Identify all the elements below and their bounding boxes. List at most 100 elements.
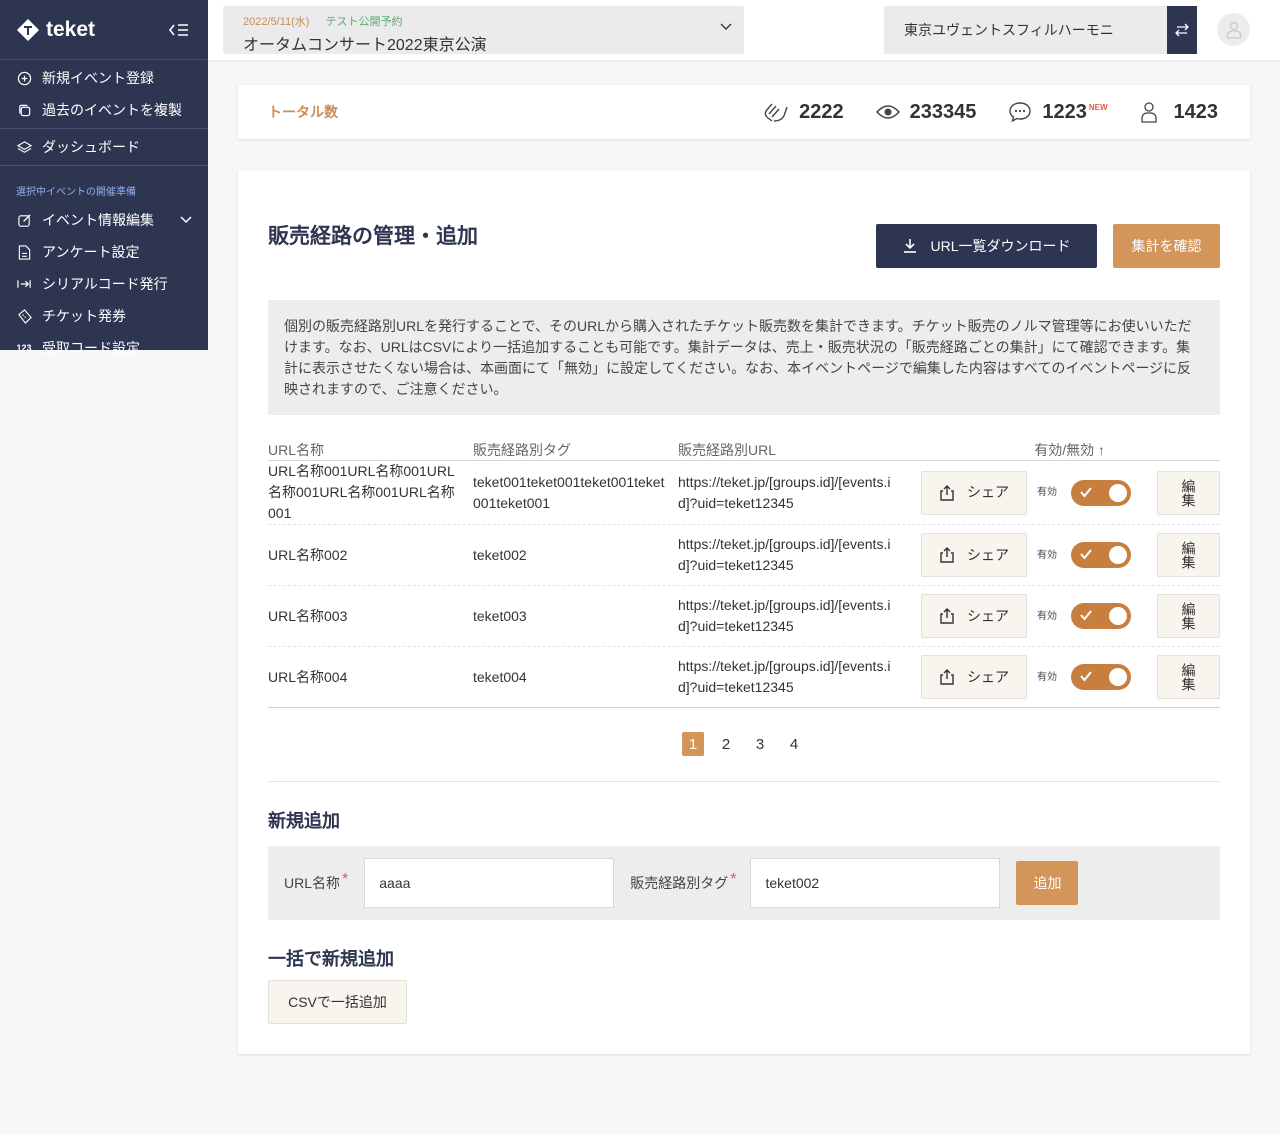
stat-views: 233345 bbox=[875, 101, 976, 124]
tag-input[interactable] bbox=[750, 858, 1001, 908]
sidebar: teket 新規イベント登録 過去のイベントを複製 ダッシュボード 選択中イベン… bbox=[0, 0, 208, 356]
switch-organization-button[interactable] bbox=[1167, 6, 1197, 54]
url-name-input[interactable] bbox=[364, 858, 615, 908]
totals-card: トータル数 2222 233345 1223 NEW 1423 bbox=[238, 85, 1250, 139]
row-tag: teket004 bbox=[473, 668, 527, 685]
required-mark: * bbox=[730, 871, 737, 888]
sidebar-item-dashboard[interactable]: ダッシュボード bbox=[0, 131, 208, 163]
header-url-name[interactable]: URL名称 bbox=[268, 440, 473, 460]
sidebar-item-label: チケット発券 bbox=[42, 308, 126, 324]
row-state-cell: 有効 bbox=[1037, 542, 1157, 568]
csv-bulk-add-button[interactable]: CSVで一括追加 bbox=[268, 980, 407, 1024]
stat-comments: 1223 NEW bbox=[1008, 101, 1108, 124]
chevron-down-icon bbox=[180, 216, 192, 224]
sidebar-top-group: 新規イベント登録 過去のイベントを複製 bbox=[0, 60, 208, 129]
stat-value: 2222 bbox=[799, 100, 844, 123]
info-message: 個別の販売経路別URLを発行することで、そのURLから購入されたチケット販売数を… bbox=[268, 300, 1220, 415]
header-url[interactable]: 販売経路別URL bbox=[678, 440, 921, 460]
sidebar-item-new-event[interactable]: 新規イベント登録 bbox=[0, 62, 208, 94]
table-row: URL名称004 teket004 https://teket.jp/[grou… bbox=[268, 647, 1220, 708]
event-selector[interactable]: 2022/5/11(水) テスト公開予約 オータムコンサート2022東京公演 bbox=[223, 6, 744, 54]
table-row: URL名称002 teket002 https://teket.jp/[grou… bbox=[268, 525, 1220, 586]
share-button[interactable]: シェア bbox=[921, 655, 1027, 699]
share-button[interactable]: シェア bbox=[921, 470, 1027, 515]
share-button[interactable]: シェア bbox=[921, 594, 1027, 638]
user-avatar[interactable] bbox=[1217, 13, 1250, 46]
edit-button[interactable]: 編集 bbox=[1157, 655, 1220, 699]
bulk-add-title: 一括で新規追加 bbox=[268, 949, 394, 969]
sidebar-item-ticket-issue[interactable]: チケット発券 bbox=[0, 300, 208, 332]
page-title: 販売経路の管理・追加 bbox=[268, 225, 478, 248]
edit-button[interactable]: 編集 bbox=[1157, 533, 1220, 577]
edit-button[interactable]: 編集 bbox=[1157, 594, 1220, 638]
table-header: URL名称 販売経路別タグ 販売経路別URL 有効/無効 ↑ bbox=[268, 440, 1220, 461]
share-label: シェア bbox=[967, 668, 1009, 685]
serial-icon bbox=[16, 276, 32, 292]
share-label: シェア bbox=[967, 546, 1009, 563]
share-button[interactable]: シェア bbox=[921, 533, 1027, 577]
sidebar-item-receive-code[interactable]: 123 受取コード設定 bbox=[0, 332, 208, 364]
share-icon bbox=[940, 547, 954, 563]
event-meta: 2022/5/11(水) テスト公開予約 bbox=[243, 13, 724, 29]
stat-claps: 2222 bbox=[763, 101, 844, 124]
page-3-button[interactable]: 3 bbox=[748, 732, 772, 756]
row-share-cell: シェア bbox=[921, 594, 1037, 638]
person-icon bbox=[1140, 102, 1157, 123]
share-icon bbox=[940, 608, 954, 624]
row-url: https://teket.jp/[groups.id]/[events.id]… bbox=[678, 658, 891, 695]
brand-name: teket bbox=[46, 17, 96, 41]
tag-label: 販売経路別タグ bbox=[630, 875, 729, 891]
page-4-button[interactable]: 4 bbox=[782, 732, 806, 756]
event-date: 2022/5/11(水) bbox=[243, 16, 310, 28]
enabled-toggle[interactable] bbox=[1071, 664, 1131, 690]
row-state-cell: 有効 bbox=[1037, 479, 1157, 506]
layers-icon bbox=[16, 139, 32, 155]
sidebar-item-event-edit[interactable]: イベント情報編集 bbox=[0, 204, 208, 236]
edit-button[interactable]: 編集 bbox=[1157, 470, 1220, 515]
sidebar-header: teket bbox=[0, 0, 208, 60]
add-button[interactable]: 追加 bbox=[1016, 861, 1079, 905]
row-edit-cell: 編集 bbox=[1157, 533, 1220, 577]
page-2-button[interactable]: 2 bbox=[714, 732, 738, 756]
stat-value: 1423 bbox=[1173, 100, 1219, 123]
enabled-toggle[interactable] bbox=[1071, 542, 1131, 568]
enabled-toggle[interactable] bbox=[1071, 479, 1131, 506]
check-icon bbox=[1080, 486, 1092, 498]
download-url-list-button[interactable]: URL一覧ダウンロード bbox=[876, 224, 1097, 268]
check-icon bbox=[1080, 671, 1092, 682]
row-url: https://teket.jp/[groups.id]/[events.id]… bbox=[678, 473, 891, 511]
document-icon bbox=[16, 244, 32, 260]
sidebar-item-label: イベント情報編集 bbox=[42, 212, 154, 228]
page-1-button[interactable]: 1 bbox=[682, 732, 704, 756]
sidebar-collapse-button[interactable] bbox=[168, 19, 190, 41]
header-state-sort[interactable]: 有効/無効 ↑ bbox=[921, 440, 1157, 460]
sidebar-item-label: ダッシュボード bbox=[42, 139, 140, 155]
new-badge: NEW bbox=[1088, 102, 1108, 112]
confirm-summary-button[interactable]: 集計を確認 bbox=[1113, 224, 1220, 268]
collapse-menu-icon bbox=[169, 23, 188, 36]
sidebar-item-duplicate-event[interactable]: 過去のイベントを複製 bbox=[0, 94, 208, 126]
ticket-icon bbox=[16, 308, 32, 324]
share-label: シェア bbox=[967, 484, 1009, 500]
table-row: URL名称001URL名称001URL名称001URL名称001URL名称001… bbox=[268, 461, 1220, 525]
stat-people: 1423 bbox=[1140, 100, 1219, 124]
row-url: https://teket.jp/[groups.id]/[events.id]… bbox=[678, 597, 891, 634]
enabled-toggle[interactable] bbox=[1071, 603, 1131, 629]
download-button-label: URL一覧ダウンロード bbox=[930, 238, 1071, 254]
section-divider bbox=[268, 781, 1220, 782]
check-icon bbox=[1080, 610, 1092, 621]
new-add-form: URL名称 * 販売経路別タグ * 追加 bbox=[268, 846, 1220, 920]
state-label: 有効 bbox=[1037, 549, 1057, 561]
check-icon bbox=[1080, 549, 1092, 560]
sidebar-item-serial-code[interactable]: シリアルコード発行 bbox=[0, 268, 208, 300]
row-share-cell: シェア bbox=[921, 655, 1037, 699]
sidebar-item-survey[interactable]: アンケート設定 bbox=[0, 236, 208, 268]
row-share-cell: シェア bbox=[921, 470, 1037, 515]
brand-logo[interactable]: teket bbox=[16, 18, 95, 42]
edit-icon bbox=[16, 212, 32, 228]
row-tag: teket002 bbox=[473, 546, 527, 563]
state-label: 有効 bbox=[1037, 610, 1057, 622]
header-tag[interactable]: 販売経路別タグ bbox=[473, 440, 678, 460]
user-icon bbox=[1226, 21, 1241, 39]
organization-name: 東京ユヴェントスフィルハーモニ bbox=[884, 6, 1167, 54]
